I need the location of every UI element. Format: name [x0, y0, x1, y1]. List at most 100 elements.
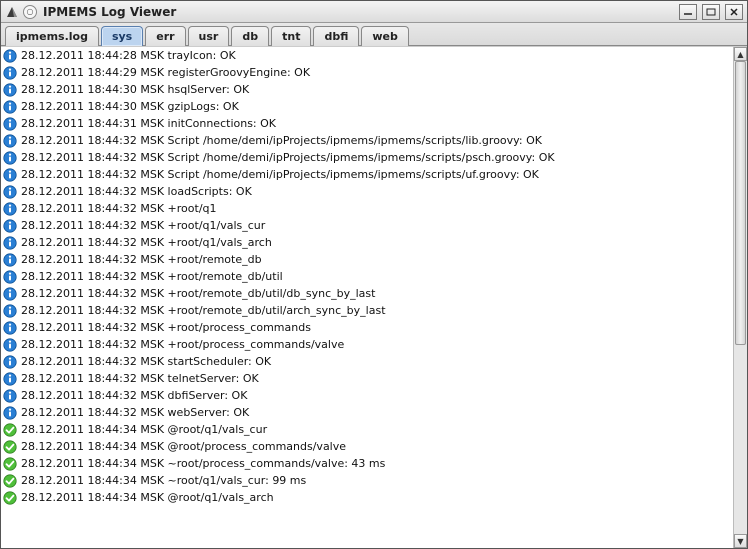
- info-icon: [3, 338, 17, 352]
- log-text: 28.12.2011 18:44:34 MSK @root/q1/vals_ar…: [21, 491, 274, 504]
- log-text: 28.12.2011 18:44:32 MSK +root/q1/vals_cu…: [21, 219, 265, 232]
- window: ○ IPMEMS Log Viewer ipmems.logsyserrusrd…: [0, 0, 748, 549]
- log-text: 28.12.2011 18:44:34 MSK ~root/process_co…: [21, 457, 385, 470]
- log-text: 28.12.2011 18:44:32 MSK telnetServer: OK: [21, 372, 259, 385]
- info-icon: [3, 355, 17, 369]
- log-row[interactable]: 28.12.2011 18:44:32 MSK +root/q1: [1, 200, 733, 217]
- log-text: 28.12.2011 18:44:32 MSK +root/remote_db/…: [21, 270, 283, 283]
- info-icon: [3, 151, 17, 165]
- log-text: 28.12.2011 18:44:32 MSK dbfiServer: OK: [21, 389, 247, 402]
- log-row[interactable]: 28.12.2011 18:44:34 MSK @root/q1/vals_ar…: [1, 489, 733, 506]
- ok-icon: [3, 440, 17, 454]
- tab-err[interactable]: err: [145, 26, 185, 46]
- log-row[interactable]: 28.12.2011 18:44:32 MSK +root/remote_db: [1, 251, 733, 268]
- info-icon: [3, 406, 17, 420]
- log-row[interactable]: 28.12.2011 18:44:32 MSK +root/process_co…: [1, 319, 733, 336]
- tab-db[interactable]: db: [231, 26, 269, 46]
- info-icon: [3, 49, 17, 63]
- titlebar: ○ IPMEMS Log Viewer: [1, 1, 747, 23]
- log-text: 28.12.2011 18:44:32 MSK Script /home/dem…: [21, 151, 555, 164]
- log-text: 28.12.2011 18:44:34 MSK @root/q1/vals_cu…: [21, 423, 267, 436]
- close-button[interactable]: [725, 4, 743, 20]
- log-text: 28.12.2011 18:44:32 MSK Script /home/dem…: [21, 134, 542, 147]
- log-text: 28.12.2011 18:44:32 MSK loadScripts: OK: [21, 185, 252, 198]
- tab-tnt[interactable]: tnt: [271, 26, 311, 46]
- log-text: 28.12.2011 18:44:34 MSK ~root/q1/vals_cu…: [21, 474, 306, 487]
- log-text: 28.12.2011 18:44:32 MSK Script /home/dem…: [21, 168, 539, 181]
- info-icon: [3, 321, 17, 335]
- log-row[interactable]: 28.12.2011 18:44:34 MSK ~root/process_co…: [1, 455, 733, 472]
- tab-sys[interactable]: sys: [101, 26, 143, 46]
- tab-web[interactable]: web: [361, 26, 409, 46]
- scroll-up-button[interactable]: ▲: [734, 47, 747, 61]
- log-text: 28.12.2011 18:44:32 MSK +root/remote_db/…: [21, 287, 375, 300]
- log-row[interactable]: 28.12.2011 18:44:32 MSK +root/q1/vals_cu…: [1, 217, 733, 234]
- log-text: 28.12.2011 18:44:32 MSK webServer: OK: [21, 406, 249, 419]
- log-text: 28.12.2011 18:44:32 MSK startScheduler: …: [21, 355, 271, 368]
- scroll-track[interactable]: [734, 61, 747, 534]
- log-text: 28.12.2011 18:44:32 MSK +root/remote_db: [21, 253, 262, 266]
- info-icon: [3, 83, 17, 97]
- log-row[interactable]: 28.12.2011 18:44:32 MSK Script /home/dem…: [1, 166, 733, 183]
- log-row[interactable]: 28.12.2011 18:44:32 MSK Script /home/dem…: [1, 149, 733, 166]
- log-text: 28.12.2011 18:44:32 MSK +root/process_co…: [21, 321, 311, 334]
- log-row[interactable]: 28.12.2011 18:44:32 MSK webServer: OK: [1, 404, 733, 421]
- tabbar: ipmems.logsyserrusrdbtntdbfiweb: [1, 23, 747, 46]
- log-row[interactable]: 28.12.2011 18:44:32 MSK +root/q1/vals_ar…: [1, 234, 733, 251]
- log-row[interactable]: 28.12.2011 18:44:34 MSK @root/process_co…: [1, 438, 733, 455]
- info-icon: [3, 185, 17, 199]
- log-list[interactable]: 28.12.2011 18:44:28 MSK trayIcon: OK 28.1…: [1, 47, 733, 548]
- info-icon: [3, 66, 17, 80]
- log-text: 28.12.2011 18:44:31 MSK initConnections:…: [21, 117, 276, 130]
- window-title: IPMEMS Log Viewer: [41, 5, 674, 19]
- scroll-down-button[interactable]: ▼: [734, 534, 747, 548]
- info-icon: [3, 134, 17, 148]
- tab-ipmems-log[interactable]: ipmems.log: [5, 26, 99, 46]
- log-text: 28.12.2011 18:44:28 MSK trayIcon: OK: [21, 49, 236, 62]
- app-icon: [5, 5, 19, 19]
- ok-icon: [3, 491, 17, 505]
- info-icon: [3, 236, 17, 250]
- info-icon: [3, 287, 17, 301]
- log-row[interactable]: 28.12.2011 18:44:32 MSK +root/remote_db/…: [1, 302, 733, 319]
- scroll-thumb[interactable]: [735, 61, 746, 345]
- info-icon: [3, 168, 17, 182]
- pin-icon[interactable]: ○: [23, 5, 37, 19]
- minimize-button[interactable]: [679, 4, 697, 20]
- log-row[interactable]: 28.12.2011 18:44:32 MSK +root/process_co…: [1, 336, 733, 353]
- log-row[interactable]: 28.12.2011 18:44:32 MSK dbfiServer: OK: [1, 387, 733, 404]
- log-text: 28.12.2011 18:44:34 MSK @root/process_co…: [21, 440, 346, 453]
- info-icon: [3, 253, 17, 267]
- ok-icon: [3, 423, 17, 437]
- maximize-button[interactable]: [702, 4, 720, 20]
- log-text: 28.12.2011 18:44:32 MSK +root/remote_db/…: [21, 304, 386, 317]
- log-row[interactable]: 28.12.2011 18:44:29 MSK registerGroovyEn…: [1, 64, 733, 81]
- log-text: 28.12.2011 18:44:32 MSK +root/q1/vals_ar…: [21, 236, 272, 249]
- info-icon: [3, 219, 17, 233]
- log-row[interactable]: 28.12.2011 18:44:30 MSK hsqlServer: OK: [1, 81, 733, 98]
- log-row[interactable]: 28.12.2011 18:44:32 MSK telnetServer: OK: [1, 370, 733, 387]
- info-icon: [3, 389, 17, 403]
- log-text: 28.12.2011 18:44:32 MSK +root/q1: [21, 202, 217, 215]
- log-row[interactable]: 28.12.2011 18:44:28 MSK trayIcon: OK: [1, 47, 733, 64]
- log-row[interactable]: 28.12.2011 18:44:32 MSK startScheduler: …: [1, 353, 733, 370]
- vertical-scrollbar[interactable]: ▲ ▼: [733, 47, 747, 548]
- log-row[interactable]: 28.12.2011 18:44:34 MSK @root/q1/vals_cu…: [1, 421, 733, 438]
- log-row[interactable]: 28.12.2011 18:44:30 MSK gzipLogs: OK: [1, 98, 733, 115]
- log-row[interactable]: 28.12.2011 18:44:32 MSK +root/remote_db/…: [1, 268, 733, 285]
- info-icon: [3, 100, 17, 114]
- info-icon: [3, 270, 17, 284]
- log-row[interactable]: 28.12.2011 18:44:32 MSK +root/remote_db/…: [1, 285, 733, 302]
- log-text: 28.12.2011 18:44:32 MSK +root/process_co…: [21, 338, 344, 351]
- log-row[interactable]: 28.12.2011 18:44:32 MSK Script /home/dem…: [1, 132, 733, 149]
- tab-usr[interactable]: usr: [188, 26, 230, 46]
- log-area: 28.12.2011 18:44:28 MSK trayIcon: OK 28.1…: [1, 46, 747, 548]
- info-icon: [3, 117, 17, 131]
- log-text: 28.12.2011 18:44:30 MSK hsqlServer: OK: [21, 83, 249, 96]
- log-row[interactable]: 28.12.2011 18:44:31 MSK initConnections:…: [1, 115, 733, 132]
- log-row[interactable]: 28.12.2011 18:44:34 MSK ~root/q1/vals_cu…: [1, 472, 733, 489]
- info-icon: [3, 372, 17, 386]
- tab-dbfi[interactable]: dbfi: [313, 26, 359, 46]
- log-text: 28.12.2011 18:44:29 MSK registerGroovyEn…: [21, 66, 310, 79]
- log-row[interactable]: 28.12.2011 18:44:32 MSK loadScripts: OK: [1, 183, 733, 200]
